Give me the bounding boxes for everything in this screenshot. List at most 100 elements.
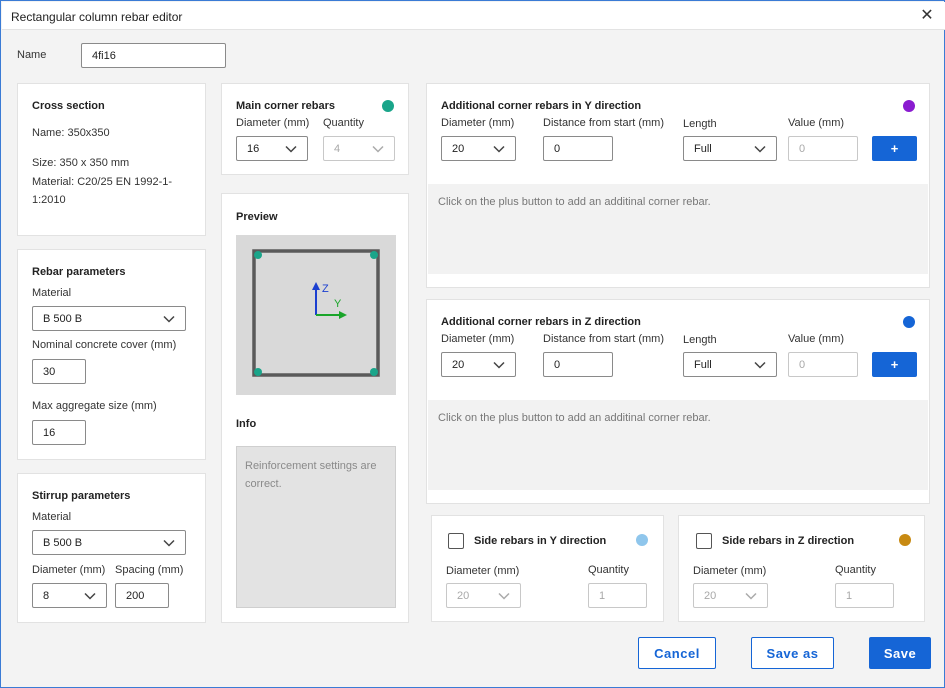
side-y-color-dot xyxy=(636,534,648,546)
main-corner-rebars-panel: Main corner rebars Diameter (mm) Quantit… xyxy=(221,83,409,175)
additional-z-diameter-label: Diameter (mm) xyxy=(441,333,515,345)
close-icon[interactable]: ✕ xyxy=(917,6,937,26)
stirrup-spacing-label: Spacing (mm) xyxy=(115,564,184,576)
additional-z-length-select[interactable]: Full xyxy=(683,352,777,377)
chevron-down-icon xyxy=(372,145,384,153)
additional-y-length-select[interactable]: Full xyxy=(683,136,777,161)
chevron-down-icon xyxy=(745,592,757,600)
stirrup-diameter-select[interactable]: 8 xyxy=(32,583,107,608)
corner-rebar xyxy=(254,251,262,259)
additional-y-value-input[interactable]: 0 xyxy=(788,136,858,161)
additional-y-diameter-select[interactable]: 20 xyxy=(441,136,516,161)
corner-rebar xyxy=(370,251,378,259)
concrete-cover-input[interactable]: 30 xyxy=(32,359,86,384)
side-y-heading: Side rebars in Y direction xyxy=(474,535,607,547)
cross-section-size: Size: 350 x 350 mm xyxy=(32,157,130,169)
info-message: Reinforcement settings are correct. xyxy=(236,446,396,608)
cross-section-material-cont: 1:2010 xyxy=(32,194,66,206)
side-y-quantity-input: 1 xyxy=(588,583,647,608)
rebar-material-select[interactable]: B 500 B xyxy=(32,306,186,331)
aggregate-size-input[interactable]: 16 xyxy=(32,420,86,445)
axis-y-label: Y xyxy=(334,298,342,310)
main-corner-quantity-value: 4 xyxy=(334,142,341,155)
additional-z-heading: Additional corner rebars in Z direction xyxy=(441,316,641,328)
main-corner-color-dot xyxy=(382,100,394,112)
side-z-heading: Side rebars in Z direction xyxy=(722,535,855,547)
stirrup-diameter-value: 8 xyxy=(43,589,50,602)
cross-section-material: Material: C20/25 EN 1992-1- xyxy=(32,176,173,188)
chevron-down-icon xyxy=(84,592,96,600)
additional-z-distance-input[interactable]: 0 xyxy=(543,352,613,377)
save-button[interactable]: Save xyxy=(869,637,931,669)
title-bar: Rectangular column rebar editor ✕ xyxy=(2,2,945,30)
stirrup-material-value: B 500 B xyxy=(43,536,83,549)
main-corner-quantity-select: 4 xyxy=(323,136,395,161)
preview-info-panel: Preview Z Y Info Reinforcement settings … xyxy=(221,193,409,623)
main-corner-diameter-value: 16 xyxy=(247,142,260,155)
stirrup-material-label: Material xyxy=(32,511,72,523)
side-z-diameter-value: 20 xyxy=(704,589,717,602)
side-z-quantity-label: Quantity xyxy=(835,564,876,576)
additional-y-heading: Additional corner rebars in Y direction xyxy=(441,100,642,112)
additional-y-diameter-label: Diameter (mm) xyxy=(441,117,515,129)
additional-z-panel: Additional corner rebars in Z direction … xyxy=(426,299,930,504)
cancel-button[interactable]: Cancel xyxy=(638,637,716,669)
name-input[interactable]: 4fi16 xyxy=(81,43,226,68)
additional-z-diameter-select[interactable]: 20 xyxy=(441,352,516,377)
additional-y-color-dot xyxy=(903,100,915,112)
name-label: Name xyxy=(17,49,47,61)
preview-heading: Preview xyxy=(236,211,278,223)
rebar-parameters-panel: Rebar parameters Material B 500 B Nomina… xyxy=(17,249,206,460)
side-y-checkbox[interactable] xyxy=(448,533,464,549)
corner-rebar xyxy=(370,368,378,376)
additional-y-diameter-value: 20 xyxy=(452,142,465,155)
chevron-down-icon xyxy=(754,361,766,369)
additional-z-distance-label: Distance from start (mm) xyxy=(543,333,665,345)
additional-y-value-label: Value (mm) xyxy=(788,117,845,129)
additional-y-distance-input[interactable]: 0 xyxy=(543,136,613,161)
additional-y-length-label: Length xyxy=(683,118,717,130)
rebar-material-value: B 500 B xyxy=(43,312,83,325)
additional-y-panel: Additional corner rebars in Y direction … xyxy=(426,83,930,288)
window-title: Rectangular column rebar editor xyxy=(11,10,183,24)
stirrup-spacing-input[interactable]: 200 xyxy=(115,583,169,608)
side-z-panel: Side rebars in Z direction Diameter (mm)… xyxy=(678,515,925,622)
save-as-button[interactable]: Save as xyxy=(751,637,834,669)
side-z-quantity-input: 1 xyxy=(835,583,894,608)
side-y-panel: Side rebars in Y direction Diameter (mm)… xyxy=(431,515,664,622)
additional-z-color-dot xyxy=(903,316,915,328)
dialog-window: Rectangular column rebar editor ✕ Name 4… xyxy=(0,0,945,688)
additional-z-add-button[interactable]: + xyxy=(872,352,917,377)
main-corner-heading: Main corner rebars xyxy=(236,100,336,112)
chevron-down-icon xyxy=(754,145,766,153)
cross-section-name: Name: 350x350 xyxy=(32,127,110,139)
additional-z-diameter-value: 20 xyxy=(452,358,465,371)
stirrup-material-select[interactable]: B 500 B xyxy=(32,530,186,555)
chevron-down-icon xyxy=(498,592,510,600)
side-y-diameter-label: Diameter (mm) xyxy=(446,565,520,577)
side-z-checkbox[interactable] xyxy=(696,533,712,549)
additional-z-value-input[interactable]: 0 xyxy=(788,352,858,377)
additional-y-hint: Click on the plus button to add an addit… xyxy=(428,184,928,274)
stirrup-diameter-label: Diameter (mm) xyxy=(32,564,106,576)
aggregate-size-label: Max aggregate size (mm) xyxy=(32,400,157,412)
additional-z-hint: Click on the plus button to add an addit… xyxy=(428,400,928,490)
rebar-parameters-heading: Rebar parameters xyxy=(32,266,126,278)
additional-y-add-button[interactable]: + xyxy=(872,136,917,161)
axis-z-label: Z xyxy=(322,283,329,295)
additional-z-length-label: Length xyxy=(683,334,717,346)
cross-section-drawing: Z Y xyxy=(252,249,380,377)
additional-y-length-value: Full xyxy=(694,142,712,155)
stirrup-parameters-heading: Stirrup parameters xyxy=(32,490,131,502)
side-z-diameter-select: 20 xyxy=(693,583,768,608)
side-y-diameter-value: 20 xyxy=(457,589,470,602)
side-y-diameter-select: 20 xyxy=(446,583,521,608)
main-corner-diameter-label: Diameter (mm) xyxy=(236,117,310,129)
rebar-material-label: Material xyxy=(32,287,72,299)
main-corner-diameter-select[interactable]: 16 xyxy=(236,136,308,161)
side-z-diameter-label: Diameter (mm) xyxy=(693,565,767,577)
main-corner-quantity-label: Quantity xyxy=(323,117,364,129)
concrete-cover-label: Nominal concrete cover (mm) xyxy=(32,339,177,351)
chevron-down-icon xyxy=(493,145,505,153)
stirrup-parameters-panel: Stirrup parameters Material B 500 B Diam… xyxy=(17,473,206,623)
